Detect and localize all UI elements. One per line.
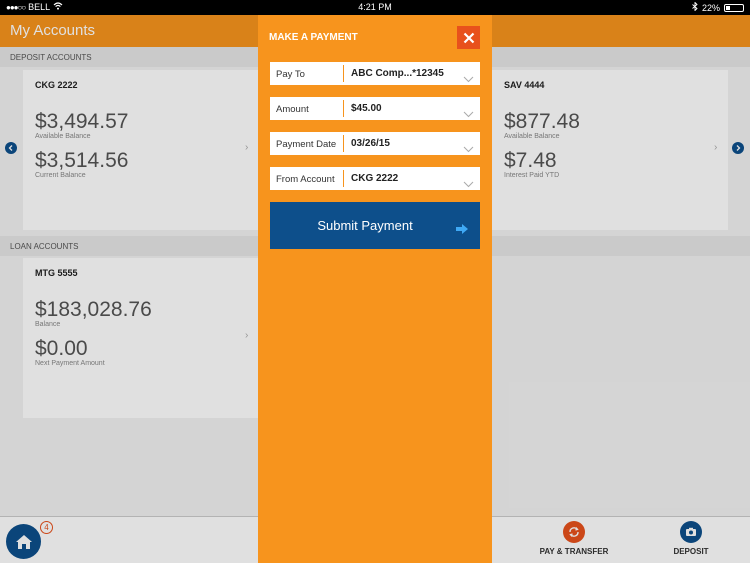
field-label: From Account [276, 174, 335, 185]
pay-to-select[interactable]: Pay To ABC Comp...*12345 [270, 62, 480, 85]
field-value: 03/26/15 [351, 138, 390, 149]
battery-icon [724, 3, 744, 12]
status-bar: ●●●○○ BELL 4:21 PM 22% [0, 0, 750, 15]
payment-date-select[interactable]: Payment Date 03/26/15 [270, 132, 480, 155]
field-value: ABC Comp...*12345 [351, 68, 444, 79]
submit-label: Submit Payment [317, 218, 413, 233]
bluetooth-icon [692, 1, 698, 13]
chevron-down-icon [463, 70, 474, 88]
from-account-select[interactable]: From Account CKG 2222 [270, 167, 480, 190]
clock: 4:21 PM [358, 2, 392, 12]
field-label: Payment Date [276, 139, 337, 150]
field-label: Pay To [276, 69, 305, 80]
submit-payment-button[interactable]: Submit Payment [270, 202, 480, 249]
chevron-down-icon [463, 105, 474, 123]
make-payment-panel: MAKE A PAYMENT Pay To ABC Comp...*12345 … [258, 15, 492, 563]
chevron-down-icon [463, 175, 474, 193]
field-label: Amount [276, 104, 309, 115]
field-value: $45.00 [351, 103, 382, 114]
field-value: CKG 2222 [351, 173, 399, 184]
arrow-right-icon [456, 221, 468, 239]
chevron-down-icon [463, 140, 474, 158]
close-button[interactable] [457, 26, 480, 49]
battery-percent: 22% [701, 2, 720, 13]
close-icon [463, 32, 474, 43]
amount-select[interactable]: Amount $45.00 [270, 97, 480, 120]
modal-title: MAKE A PAYMENT [269, 32, 358, 43]
